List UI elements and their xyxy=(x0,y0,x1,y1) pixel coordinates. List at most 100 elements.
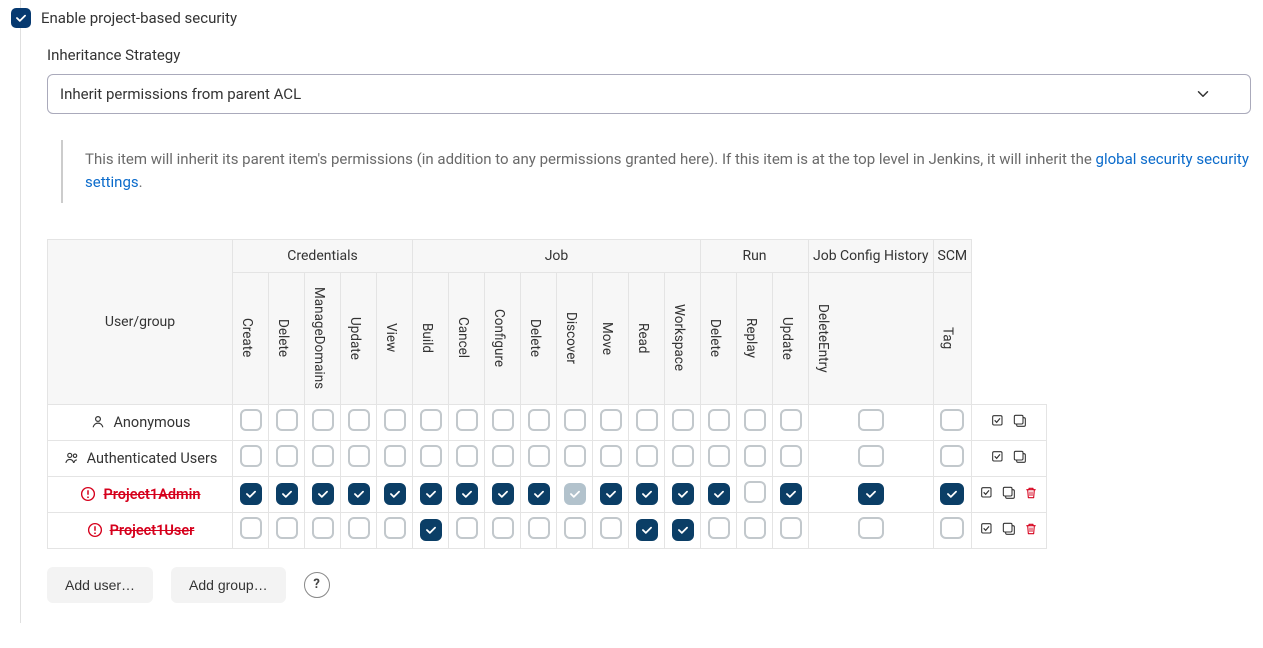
select-all-icon[interactable] xyxy=(989,412,1007,430)
delete-row-icon[interactable] xyxy=(1022,520,1040,538)
permission-checkbox[interactable] xyxy=(312,409,334,431)
permission-checkbox[interactable] xyxy=(564,483,586,505)
permission-checkbox[interactable] xyxy=(492,445,514,467)
permission-checkbox[interactable] xyxy=(384,517,406,539)
permission-checkbox[interactable] xyxy=(492,409,514,431)
permission-checkbox[interactable] xyxy=(240,409,262,431)
permission-checkbox[interactable] xyxy=(240,483,262,505)
permission-checkbox[interactable] xyxy=(940,483,964,505)
permission-checkbox[interactable] xyxy=(708,409,730,431)
unselect-all-icon[interactable] xyxy=(1011,448,1029,466)
unselect-all-icon[interactable] xyxy=(1000,484,1018,502)
enable-security-checkbox[interactable] xyxy=(11,8,31,28)
permission-checkbox[interactable] xyxy=(672,519,694,541)
table-row: Project1User xyxy=(48,512,1047,548)
permission-checkbox[interactable] xyxy=(672,409,694,431)
table-row: Authenticated Users xyxy=(48,440,1047,476)
usergroup-name: Anonymous xyxy=(113,414,190,431)
unselect-all-icon[interactable] xyxy=(1011,412,1029,430)
permission-checkbox[interactable] xyxy=(528,409,550,431)
permission-checkbox[interactable] xyxy=(744,517,766,539)
add-user-button[interactable]: Add user… xyxy=(47,567,153,603)
permission-checkbox[interactable] xyxy=(312,445,334,467)
permission-checkbox[interactable] xyxy=(858,409,884,431)
permission-checkbox[interactable] xyxy=(708,517,730,539)
permission-checkbox[interactable] xyxy=(636,519,658,541)
permission-checkbox[interactable] xyxy=(940,445,964,467)
permission-checkbox[interactable] xyxy=(858,483,884,505)
perm-group-header: Job Config History xyxy=(809,239,934,272)
permission-checkbox[interactable] xyxy=(456,445,478,467)
permission-checkbox[interactable] xyxy=(348,517,370,539)
warn-icon xyxy=(79,485,97,503)
permission-checkbox[interactable] xyxy=(420,409,442,431)
select-all-icon[interactable] xyxy=(978,520,996,538)
permission-checkbox[interactable] xyxy=(420,445,442,467)
permission-checkbox[interactable] xyxy=(276,445,298,467)
permission-checkbox[interactable] xyxy=(600,445,622,467)
permission-checkbox[interactable] xyxy=(600,409,622,431)
permission-checkbox[interactable] xyxy=(456,483,478,505)
perm-header: Workspace xyxy=(665,272,701,404)
add-group-button[interactable]: Add group… xyxy=(171,567,286,603)
permission-checkbox[interactable] xyxy=(456,409,478,431)
perm-header: Delete xyxy=(269,272,305,404)
permission-checkbox[interactable] xyxy=(708,445,730,467)
permission-checkbox[interactable] xyxy=(708,483,730,505)
permission-checkbox[interactable] xyxy=(636,409,658,431)
permission-checkbox[interactable] xyxy=(564,517,586,539)
help-button[interactable]: ? xyxy=(304,572,330,598)
unselect-all-icon[interactable] xyxy=(1000,520,1018,538)
permission-checkbox[interactable] xyxy=(744,409,766,431)
permission-checkbox[interactable] xyxy=(744,445,766,467)
permission-checkbox[interactable] xyxy=(420,483,442,505)
inheritance-selected-value: Inherit permissions from parent ACL xyxy=(60,85,301,103)
select-all-icon[interactable] xyxy=(989,448,1007,466)
permission-checkbox[interactable] xyxy=(492,483,514,505)
permission-checkbox[interactable] xyxy=(600,483,622,505)
inheritance-select[interactable]: Inherit permissions from parent ACL xyxy=(47,74,1251,114)
permission-checkbox[interactable] xyxy=(420,519,442,541)
perm-header: DeleteEntry xyxy=(809,272,934,404)
permission-checkbox[interactable] xyxy=(672,483,694,505)
permission-checkbox[interactable] xyxy=(348,445,370,467)
usergroup-name: Project1Admin xyxy=(103,486,200,503)
permission-checkbox[interactable] xyxy=(384,445,406,467)
permission-checkbox[interactable] xyxy=(744,481,766,503)
permission-checkbox[interactable] xyxy=(940,517,964,539)
permission-checkbox[interactable] xyxy=(636,445,658,467)
permission-checkbox[interactable] xyxy=(672,445,694,467)
permission-checkbox[interactable] xyxy=(276,409,298,431)
permission-checkbox[interactable] xyxy=(940,409,964,431)
permission-checkbox[interactable] xyxy=(858,445,884,467)
permission-checkbox[interactable] xyxy=(858,517,884,539)
permission-checkbox[interactable] xyxy=(780,445,802,467)
permission-checkbox[interactable] xyxy=(240,445,262,467)
usergroup-name: Project1User xyxy=(110,522,195,539)
permission-checkbox[interactable] xyxy=(492,517,514,539)
delete-row-icon[interactable] xyxy=(1022,484,1040,502)
permission-checkbox[interactable] xyxy=(528,483,550,505)
permission-checkbox[interactable] xyxy=(780,517,802,539)
permission-checkbox[interactable] xyxy=(528,517,550,539)
permission-checkbox[interactable] xyxy=(564,445,586,467)
select-all-icon[interactable] xyxy=(978,484,996,502)
permission-checkbox[interactable] xyxy=(636,483,658,505)
permission-checkbox[interactable] xyxy=(312,483,334,505)
permission-checkbox[interactable] xyxy=(348,409,370,431)
permission-checkbox[interactable] xyxy=(564,409,586,431)
permission-checkbox[interactable] xyxy=(312,517,334,539)
permission-checkbox[interactable] xyxy=(276,483,298,505)
permission-checkbox[interactable] xyxy=(780,409,802,431)
permission-checkbox[interactable] xyxy=(240,517,262,539)
permission-checkbox[interactable] xyxy=(528,445,550,467)
permission-checkbox[interactable] xyxy=(384,409,406,431)
perm-header: Discover xyxy=(557,272,593,404)
perm-group-header: Credentials xyxy=(233,239,413,272)
permission-checkbox[interactable] xyxy=(780,483,802,505)
permission-checkbox[interactable] xyxy=(348,483,370,505)
permission-checkbox[interactable] xyxy=(600,517,622,539)
permission-checkbox[interactable] xyxy=(384,483,406,505)
permission-checkbox[interactable] xyxy=(456,517,478,539)
permission-checkbox[interactable] xyxy=(276,517,298,539)
